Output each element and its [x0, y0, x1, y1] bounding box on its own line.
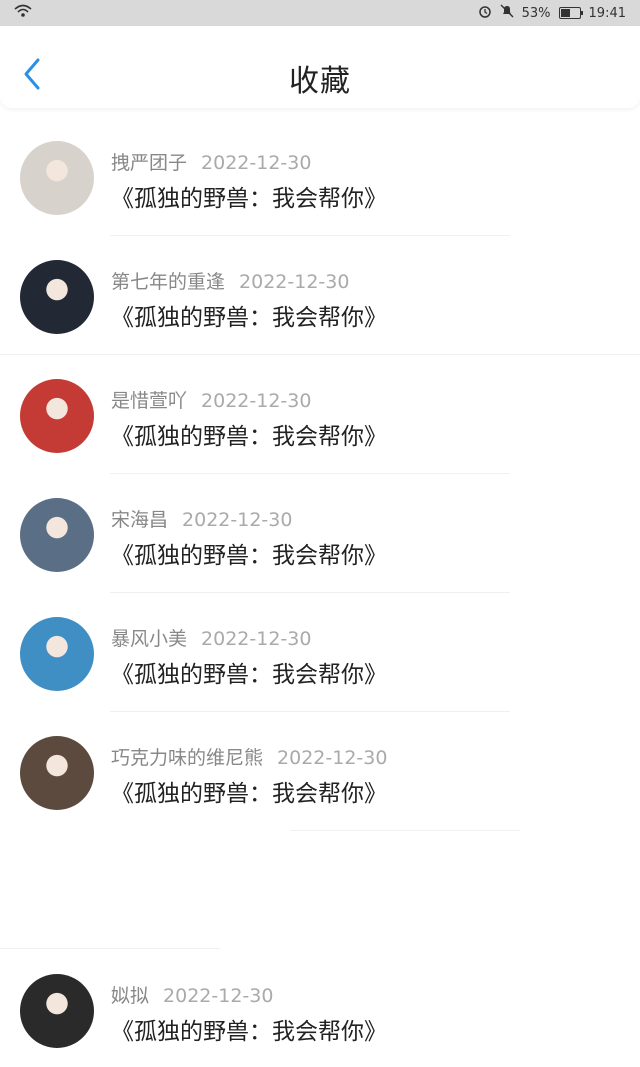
divider: [110, 473, 510, 474]
battery-percent: 53%: [521, 5, 551, 21]
username: 暴风小美: [111, 628, 188, 650]
wifi-icon: [14, 4, 32, 22]
list-item[interactable]: 巧克力味的维尼熊 2022-12-30 《孤独的野兽：我会帮你》: [0, 715, 640, 815]
avatar[interactable]: [20, 498, 94, 572]
status-bar: 53% 19:41: [0, 0, 640, 26]
username: 拽严团子: [111, 152, 188, 174]
book-title[interactable]: 《孤独的野兽：我会帮你》: [111, 536, 387, 570]
list-item[interactable]: 拽严团子 2022-12-30 《孤独的野兽：我会帮你》: [0, 120, 640, 220]
book-title[interactable]: 《孤独的野兽：我会帮你》: [111, 655, 387, 689]
divider: [110, 592, 510, 593]
avatar[interactable]: [20, 141, 94, 215]
list-item[interactable]: 暴风小美 2022-12-30 《孤独的野兽：我会帮你》: [0, 596, 640, 696]
navigation-bar: 收藏: [0, 26, 640, 108]
clock: 19:41: [588, 5, 626, 21]
battery-icon: [558, 7, 583, 19]
date: 2022-12-30: [201, 152, 312, 174]
username: 第七年的重逢: [111, 271, 226, 293]
date: 2022-12-30: [182, 509, 293, 531]
avatar[interactable]: [20, 260, 94, 334]
list-item[interactable]: 宋海昌 2022-12-30 《孤独的野兽：我会帮你》: [0, 477, 640, 577]
book-title[interactable]: 《孤独的野兽：我会帮你》: [111, 774, 387, 808]
avatar[interactable]: [20, 974, 94, 1048]
book-title[interactable]: 《孤独的野兽：我会帮你》: [111, 179, 387, 213]
username: 巧克力味的维尼熊: [111, 747, 264, 769]
divider: [110, 711, 510, 712]
date: 2022-12-30: [201, 390, 312, 412]
avatar[interactable]: [20, 379, 94, 453]
alarm-icon: [478, 4, 492, 22]
book-title[interactable]: 《孤独的野兽：我会帮你》: [111, 1012, 387, 1046]
list-item[interactable]: 是惜萱吖 2022-12-30 《孤独的野兽：我会帮你》: [0, 358, 640, 458]
divider: [0, 948, 220, 949]
divider: [110, 235, 510, 236]
book-title[interactable]: 《孤独的野兽：我会帮你》: [111, 417, 387, 451]
username: 姒拟: [111, 985, 150, 1007]
list-item[interactable]: 姒拟 2022-12-30 《孤独的野兽：我会帮你》: [0, 953, 640, 1053]
avatar[interactable]: [20, 736, 94, 810]
page-title: 收藏: [289, 64, 351, 99]
username: 宋海昌: [111, 509, 169, 531]
list-item[interactable]: 第七年的重逢 2022-12-30 《孤独的野兽：我会帮你》: [0, 239, 640, 339]
divider: [290, 830, 520, 831]
mute-icon: [500, 4, 514, 22]
divider: [0, 354, 640, 355]
avatar[interactable]: [20, 617, 94, 691]
date: 2022-12-30: [239, 271, 350, 293]
date: 2022-12-30: [277, 747, 388, 769]
username: 是惜萱吖: [111, 390, 188, 412]
date: 2022-12-30: [201, 628, 312, 650]
date: 2022-12-30: [163, 985, 274, 1007]
book-title[interactable]: 《孤独的野兽：我会帮你》: [111, 298, 387, 332]
